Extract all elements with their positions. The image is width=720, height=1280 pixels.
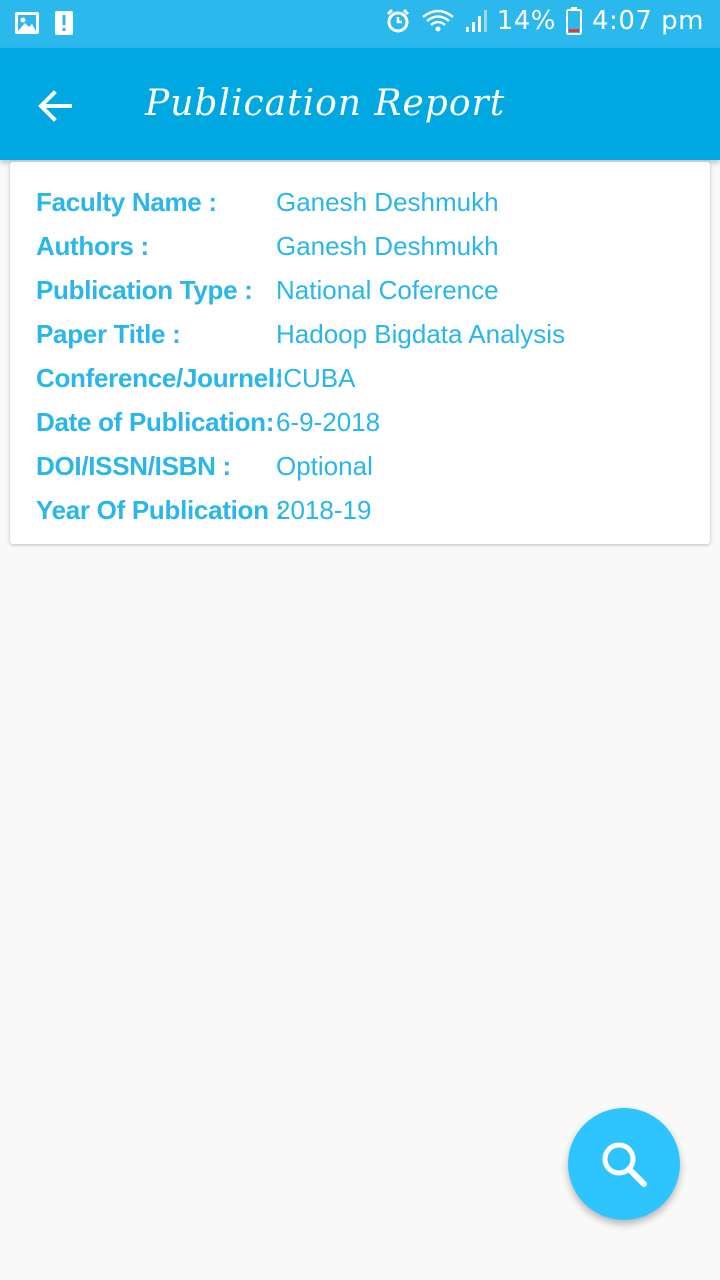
detail-value: Hadoop Bigdata Analysis	[276, 319, 566, 349]
clock-time: 4:07 pm	[592, 6, 704, 36]
detail-label: Paper Title :	[36, 319, 181, 349]
detail-label: Conference/Journel:	[36, 363, 284, 393]
page-title: Publication Report	[145, 83, 506, 124]
arrow-back-icon	[32, 90, 80, 134]
status-notifications	[14, 10, 74, 36]
battery-percent: 14%	[496, 6, 557, 36]
detail-row-date-of-publication: Date of Publication: 6-9-2018	[36, 402, 696, 442]
detail-label: Date of Publication:	[36, 407, 275, 437]
wifi-icon	[421, 8, 455, 34]
detail-value: 2018-19	[276, 495, 372, 525]
detail-label: Faculty Name :	[36, 187, 217, 217]
app-bar: Publication Report	[0, 48, 720, 160]
battery-icon	[566, 7, 583, 35]
detail-value: Ganesh Deshmukh	[276, 187, 499, 217]
signal-icon	[465, 9, 487, 33]
detail-value: 6-9-2018	[276, 407, 381, 437]
search-fab-button[interactable]	[568, 1108, 680, 1220]
detail-row-faculty-name: Faculty Name : Ganesh Deshmukh	[36, 182, 696, 222]
image-icon	[14, 11, 40, 35]
detail-value: ICUBA	[276, 363, 356, 393]
detail-row-year-of-publication: Year Of Publication : 2018-19	[36, 490, 696, 530]
detail-label: Authors :	[36, 231, 149, 261]
detail-value: Ganesh Deshmukh	[276, 231, 499, 261]
status-indicators: 14% 4:07 pm	[385, 6, 704, 36]
detail-label: DOI/ISSN/ISBN :	[36, 451, 231, 481]
detail-row-doi-issn-isbn: DOI/ISSN/ISBN : Optional	[36, 446, 696, 486]
alert-icon	[54, 10, 74, 36]
publication-details-card: Faculty Name : Ganesh Deshmukh Authors :…	[10, 162, 710, 544]
detail-value: National Coference	[276, 275, 499, 305]
status-bar: 14% 4:07 pm	[0, 0, 720, 48]
detail-row-authors: Authors : Ganesh Deshmukh	[36, 226, 696, 266]
detail-value: Optional	[276, 451, 373, 481]
detail-row-conference-journal: Conference/Journel: ICUBA	[36, 358, 696, 398]
detail-row-paper-title: Paper Title : Hadoop Bigdata Analysis	[36, 314, 696, 354]
alarm-icon	[385, 8, 411, 34]
detail-row-publication-type: Publication Type : National Coference	[36, 270, 696, 310]
detail-label: Year Of Publication :	[36, 495, 284, 525]
back-button[interactable]	[32, 82, 80, 130]
detail-label: Publication Type :	[36, 275, 253, 305]
